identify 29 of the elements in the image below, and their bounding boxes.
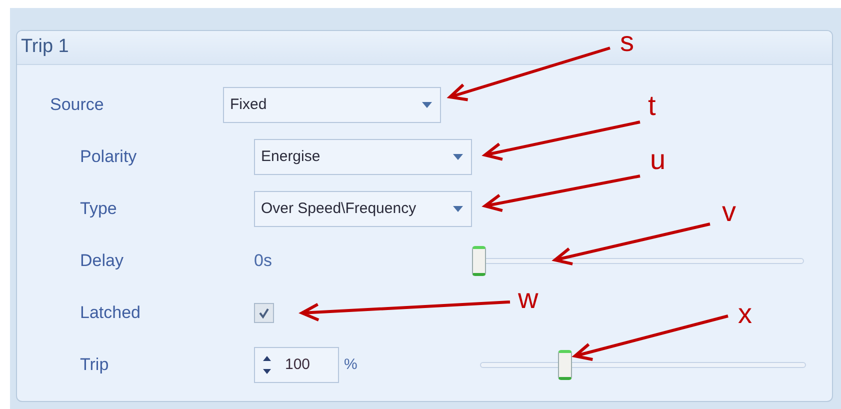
annotation-letter: t (648, 92, 656, 120)
slider[interactable] (480, 350, 806, 380)
up-down-arrows-icon (263, 355, 271, 375)
field-label: Trip (80, 354, 110, 376)
unit-label: % (344, 354, 358, 375)
slider[interactable] (472, 246, 804, 276)
slider-thumb[interactable] (558, 350, 572, 380)
caret-icon (453, 154, 463, 160)
panel-title: Trip 1 (21, 35, 69, 60)
annotation-letter: s (620, 28, 634, 56)
dropdown[interactable]: Fixed (223, 87, 441, 123)
checkbox[interactable] (254, 303, 274, 323)
field-label: Latched (80, 302, 142, 324)
annotation-letter: w (518, 285, 538, 313)
annotation-letter: x (738, 300, 752, 328)
check-icon (258, 307, 270, 319)
slider-thumb[interactable] (472, 246, 486, 276)
caret-icon (453, 206, 463, 212)
field-label: Source (50, 94, 105, 116)
delay-value: 0s (254, 250, 273, 272)
field-label: Polarity (80, 146, 138, 168)
number-spinner[interactable]: 100 (254, 347, 339, 383)
caret-icon (422, 102, 432, 108)
field-label: Type (80, 198, 118, 220)
annotation-letter: v (722, 198, 736, 226)
field-label: Delay (80, 250, 124, 272)
dropdown[interactable]: Energise (254, 139, 472, 175)
dropdown[interactable]: Over Speed\Frequency (254, 191, 472, 227)
annotation-letter: u (650, 146, 666, 174)
